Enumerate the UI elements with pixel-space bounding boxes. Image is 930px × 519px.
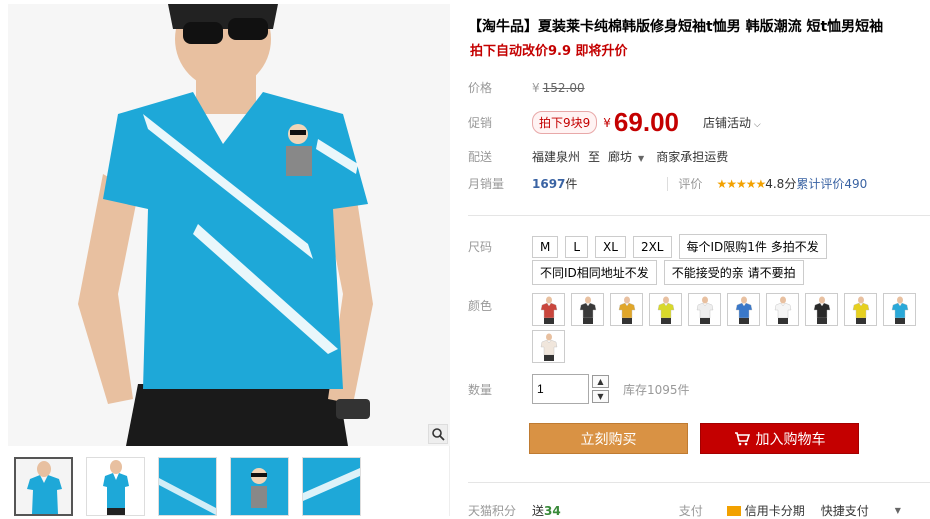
caret-down-icon[interactable]: ▼: [895, 506, 901, 515]
thumbnail-4[interactable]: [230, 457, 289, 516]
color-row: 颜色: [468, 293, 930, 363]
color-swatch-4[interactable]: [649, 293, 682, 326]
sales-row: 月销量 1697 件 评价 ★★★★★ 4.8分 累计评价490: [468, 175, 867, 192]
color-swatch-7[interactable]: [766, 293, 799, 326]
product-subtitle: 拍下自动改价9.9 即将升价: [470, 44, 628, 59]
footer-row: 天猫积分 送 34 支付 信用卡分期 快捷支付 ▼: [468, 502, 901, 519]
points-text: 送: [532, 504, 545, 518]
size-row: 尺码 M L XL 2XL 每个ID限购1件 多拍不发: [468, 234, 834, 259]
promo-tag: 拍下9块9: [532, 111, 598, 134]
product-title: 【淘牛品】夏装莱卡纯棉韩版修身短袖t恤男 韩版潮流 短t恤男短袖: [468, 19, 884, 35]
size-option-limit-note[interactable]: 每个ID限购1件 多拍不发: [678, 234, 827, 259]
shipping-from: 福建泉州: [532, 150, 581, 164]
shipping-note: 商家承担运费: [656, 150, 729, 164]
thumbnail-2[interactable]: [86, 457, 145, 516]
size-row-2: 不同ID相同地址不发 不能接受的亲 请不要拍: [532, 260, 811, 285]
quantity-row: 数量 ▲ ▼ 库存1095件: [468, 374, 690, 404]
store-activity-dropdown[interactable]: 店铺活动 ⌵: [703, 114, 761, 131]
shipping-label: 配送: [468, 150, 493, 164]
points-label: 天猫积分: [468, 504, 517, 518]
promo-label: 促销: [468, 116, 493, 130]
cart-icon: [734, 431, 750, 445]
chevron-down-icon: ⌵: [751, 120, 761, 130]
color-label: 颜色: [468, 299, 493, 313]
promo-currency: ¥: [603, 115, 611, 130]
add-to-cart-label: 加入购物车: [755, 430, 826, 447]
rating-score: 4.8分: [765, 177, 797, 191]
monthly-sales-unit: 件: [565, 177, 578, 191]
monthly-sales-count: 1697: [532, 176, 566, 191]
footer-divider: [468, 482, 930, 483]
add-to-cart-button[interactable]: 加入购物车: [700, 423, 859, 454]
product-info-panel: 【淘牛品】夏装莱卡纯棉韩版修身短袖t恤男 韩版潮流 短t恤男短袖 拍下自动改价9…: [468, 0, 930, 519]
quantity-stepper: ▲ ▼: [592, 375, 609, 403]
size-option-2xl[interactable]: 2XL: [632, 235, 672, 258]
stock-count: 库存1095件: [623, 382, 690, 397]
color-swatch-11[interactable]: [532, 330, 565, 363]
review-label: 评价: [678, 177, 703, 191]
size-option-xl[interactable]: XL: [595, 235, 626, 258]
color-swatch-6[interactable]: [727, 293, 760, 326]
shipping-row: 配送 福建泉州 至 廊坊 ▼ 商家承担运费: [468, 148, 728, 165]
pay-label: 支付: [678, 504, 703, 518]
model-photo: [8, 4, 450, 446]
thumbnail-3[interactable]: [158, 457, 217, 516]
original-price: 152.00: [542, 80, 585, 95]
size-label: 尺码: [468, 240, 493, 254]
color-swatch-8[interactable]: [805, 293, 838, 326]
shipping-destination-select[interactable]: 廊坊 ▼: [608, 148, 644, 165]
review-count-link[interactable]: 累计评价490: [796, 175, 867, 192]
quantity-input[interactable]: [532, 374, 589, 404]
section-divider: [468, 215, 930, 216]
price-label: 价格: [468, 81, 493, 95]
thumbnail-strip: [14, 457, 361, 516]
thumbnail-5[interactable]: [302, 457, 361, 516]
monthly-sales-label: 月销量: [468, 177, 505, 191]
product-gallery: [8, 4, 450, 516]
buy-now-button[interactable]: 立刻购买: [529, 423, 688, 454]
size-option-address-note[interactable]: 不同ID相同地址不发: [532, 260, 657, 285]
shipping-destination: 廊坊: [608, 150, 633, 164]
size-option-m[interactable]: M: [532, 235, 559, 258]
color-swatch-10[interactable]: [883, 293, 916, 326]
divider: [667, 176, 669, 191]
credit-card-icon: [726, 505, 741, 516]
color-swatch-9[interactable]: [844, 293, 877, 326]
color-swatch-2[interactable]: [571, 293, 604, 326]
promo-row: 促销 拍下9块9 ¥ 69.00 店铺活动 ⌵: [468, 107, 761, 138]
thumbnail-1[interactable]: [14, 457, 73, 516]
size-option-l[interactable]: L: [565, 235, 589, 258]
price-currency: ¥: [532, 80, 540, 95]
quick-pay[interactable]: 快捷支付: [821, 502, 869, 519]
size-option-accept-note[interactable]: 不能接受的亲 请不要拍: [663, 260, 804, 285]
main-product-image[interactable]: [8, 4, 450, 446]
shipping-to-word: 至: [588, 150, 601, 164]
color-swatch-5[interactable]: [688, 293, 721, 326]
color-swatch-1[interactable]: [532, 293, 565, 326]
quantity-increase-icon[interactable]: ▲: [592, 375, 609, 388]
credit-installment[interactable]: 信用卡分期: [745, 502, 805, 519]
store-activity-label: 店铺活动: [703, 116, 752, 130]
color-swatch-3[interactable]: [610, 293, 643, 326]
quantity-decrease-icon[interactable]: ▼: [592, 390, 609, 403]
price-row: 价格 ¥ 152.00: [468, 79, 585, 96]
color-swatch-list: [532, 293, 930, 363]
points-value: 34: [544, 503, 561, 518]
zoom-icon[interactable]: [428, 424, 448, 444]
caret-down-icon: ▼: [638, 154, 645, 163]
rating-stars-icon: ★★★★★: [716, 176, 766, 191]
promo-price: 69.00: [613, 107, 679, 137]
quantity-label: 数量: [468, 382, 493, 397]
